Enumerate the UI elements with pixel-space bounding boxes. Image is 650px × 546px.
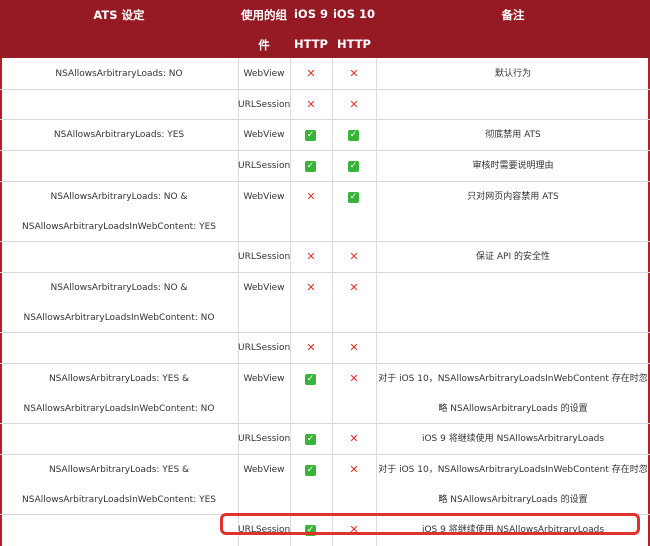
cross-icon: ✕: [306, 250, 316, 263]
remark-cell: 审核时需要说明理由: [472, 161, 554, 171]
ats-setting-cell: NSAllowsArbitraryLoads: YES: [53, 130, 185, 140]
header-remark: 备注: [501, 8, 525, 22]
row-divider: [0, 181, 650, 182]
remark-cell: 略 NSAllowsArbitraryLoads 的设置: [438, 404, 588, 414]
ats-settings-table: ATS 设定 使用的组 件 iOS 9 HTTP iOS 10 HTTP 备注 …: [0, 0, 650, 546]
row-divider: [0, 332, 650, 333]
component-cell: WebView: [243, 465, 285, 475]
remark-cell: 保证 API 的安全性: [476, 252, 550, 262]
cross-icon: ✕: [349, 67, 359, 80]
header-component-line1: 使用的组: [241, 8, 287, 22]
ats-setting-cell: NSAllowsArbitraryLoads: NO &: [50, 192, 188, 202]
ats-setting-cell: NSAllowsArbitraryLoadsInWebContent: NO: [23, 404, 215, 414]
component-cell: URLSession: [238, 434, 291, 444]
header-ios10-line1: iOS 10: [332, 7, 375, 21]
header-ios10-line2: HTTP: [336, 37, 371, 51]
check-icon: ✓: [348, 130, 359, 141]
highlight-box: [220, 513, 640, 535]
remark-cell: 默认行为: [494, 69, 531, 79]
header-component-line2: 件: [258, 38, 270, 52]
row-divider: [0, 241, 650, 242]
ats-setting-cell: NSAllowsArbitraryLoads: YES &: [48, 465, 190, 475]
ats-setting-cell: NSAllowsArbitraryLoads: NO: [55, 69, 183, 79]
cross-icon: ✕: [349, 98, 359, 111]
remark-cell: 略 NSAllowsArbitraryLoads 的设置: [438, 495, 588, 505]
row-divider: [0, 363, 650, 364]
component-cell: WebView: [243, 283, 285, 293]
cross-icon: ✕: [349, 432, 359, 445]
ats-setting-cell: NSAllowsArbitraryLoadsInWebContent: NO: [23, 313, 215, 323]
check-icon: ✓: [305, 130, 316, 141]
remark-cell: 只对网页内容禁用 ATS: [467, 192, 559, 202]
header-ats-setting: ATS 设定: [93, 8, 145, 22]
cross-icon: ✕: [306, 98, 316, 111]
remark-cell: 彻底禁用 ATS: [485, 130, 541, 140]
cross-icon: ✕: [306, 190, 316, 203]
component-cell: URLSession: [238, 252, 291, 262]
header-ios9-line2: HTTP: [293, 37, 328, 51]
component-cell: WebView: [243, 374, 285, 384]
row-divider: [0, 454, 650, 455]
cross-icon: ✕: [306, 341, 316, 354]
component-cell: URLSession: [238, 343, 291, 353]
row-divider: [0, 150, 650, 151]
component-cell: URLSession: [238, 100, 291, 110]
check-icon: ✓: [305, 161, 316, 172]
cross-icon: ✕: [349, 341, 359, 354]
ats-setting-cell: NSAllowsArbitraryLoads: YES &: [48, 374, 190, 384]
check-icon: ✓: [348, 161, 359, 172]
check-icon: ✓: [305, 374, 316, 385]
remark-cell: iOS 9 将继续使用 NSAllowsArbitraryLoads: [421, 434, 605, 444]
header-ios9-line1: iOS 9: [293, 7, 328, 21]
cross-icon: ✕: [306, 281, 316, 294]
check-icon: ✓: [305, 434, 316, 445]
ats-setting-cell: NSAllowsArbitraryLoads: NO &: [50, 283, 188, 293]
cross-icon: ✕: [306, 67, 316, 80]
ats-setting-cell: NSAllowsArbitraryLoadsInWebContent: YES: [21, 495, 216, 505]
row-divider: [0, 89, 650, 90]
row-divider: [0, 119, 650, 120]
component-cell: WebView: [243, 192, 285, 202]
ats-setting-cell: NSAllowsArbitraryLoadsInWebContent: YES: [21, 222, 216, 232]
cross-icon: ✕: [349, 372, 359, 385]
check-icon: ✓: [305, 465, 316, 476]
cross-icon: ✕: [349, 463, 359, 476]
remark-cell: 对于 iOS 10，NSAllowsArbitraryLoadsInWebCon…: [378, 465, 648, 475]
column-divider: [290, 58, 291, 546]
remark-cell: 对于 iOS 10，NSAllowsArbitraryLoadsInWebCon…: [378, 374, 648, 384]
row-divider: [0, 423, 650, 424]
cross-icon: ✕: [349, 281, 359, 294]
component-cell: WebView: [243, 130, 285, 140]
component-cell: URLSession: [238, 161, 291, 171]
row-divider: [0, 272, 650, 273]
column-divider: [332, 58, 333, 546]
cross-icon: ✕: [349, 250, 359, 263]
component-cell: WebView: [243, 69, 285, 79]
table-header: ATS 设定 使用的组 件 iOS 9 HTTP iOS 10 HTTP 备注: [0, 0, 650, 58]
check-icon: ✓: [348, 192, 359, 203]
